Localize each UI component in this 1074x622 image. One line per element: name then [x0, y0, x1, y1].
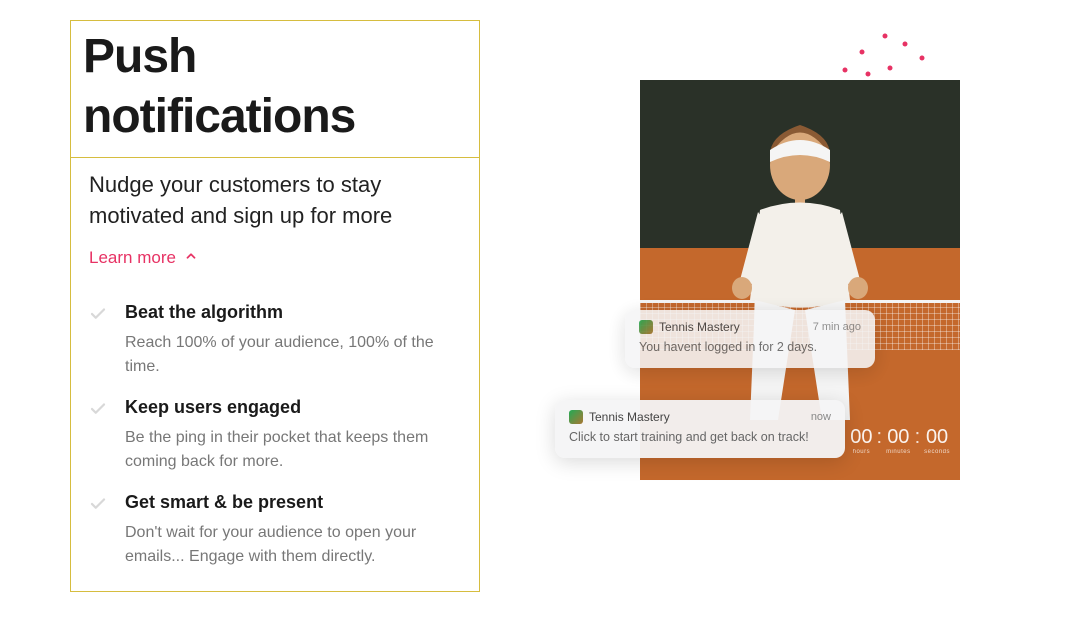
- notif-body: Click to start training and get back on …: [569, 430, 831, 444]
- notif-time: now: [811, 411, 831, 423]
- learn-more-link[interactable]: Learn more: [89, 248, 198, 268]
- app-icon: [569, 410, 583, 424]
- check-icon: [89, 305, 107, 379]
- illustration-panel: 00hours : 00minutes : 00seconds Tennis M…: [540, 40, 990, 560]
- notif-time: 7 min ago: [813, 321, 861, 333]
- feature-item: Get smart & be present Don't wait for yo…: [89, 492, 461, 569]
- page-title: Push notifications: [83, 27, 467, 147]
- chevron-up-icon: [184, 248, 198, 268]
- feature-desc: Don't wait for your audience to open you…: [125, 521, 461, 569]
- check-icon: [89, 495, 107, 569]
- feature-item: Keep users engaged Be the ping in their …: [89, 397, 461, 474]
- feature-title: Get smart & be present: [125, 492, 461, 513]
- notification-card: Tennis Mastery now Click to start traini…: [555, 400, 845, 458]
- subtitle: Nudge your customers to stay motivated a…: [89, 170, 461, 232]
- check-icon: [89, 400, 107, 474]
- left-column: Push notifications Nudge your customers …: [70, 20, 480, 592]
- notification-card: Tennis Mastery 7 min ago You havent logg…: [625, 310, 875, 368]
- feature-desc: Be the ping in their pocket that keeps t…: [125, 426, 461, 474]
- feature-title: Keep users engaged: [125, 397, 461, 418]
- app-icon: [639, 320, 653, 334]
- notif-body: You havent logged in for 2 days.: [639, 340, 861, 354]
- countdown-timer: 00hours : 00minutes : 00seconds: [850, 426, 950, 455]
- feature-title: Beat the algorithm: [125, 302, 461, 323]
- notif-app-name: Tennis Mastery: [589, 410, 670, 424]
- body-box: Nudge your customers to stay motivated a…: [70, 157, 480, 592]
- feature-item: Beat the algorithm Reach 100% of your au…: [89, 302, 461, 379]
- notif-app-name: Tennis Mastery: [659, 320, 740, 334]
- person-illustration: [700, 100, 900, 440]
- heading-box: Push notifications: [70, 20, 480, 158]
- learn-more-label: Learn more: [89, 248, 176, 268]
- feature-desc: Reach 100% of your audience, 100% of the…: [125, 331, 461, 379]
